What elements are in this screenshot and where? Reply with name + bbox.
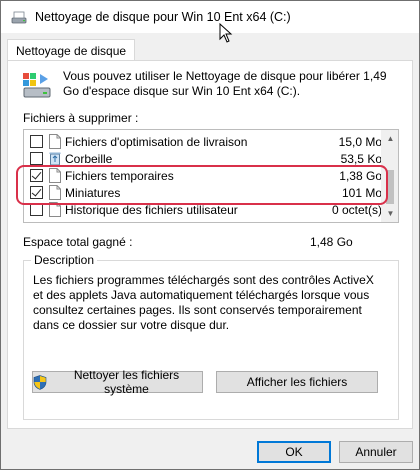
list-item-name: Fichiers d'optimisation de livraison	[65, 134, 248, 149]
list-item-name: Miniatures	[65, 185, 121, 200]
list-item-size: 15,0 Mo	[338, 134, 382, 149]
drive-cleanup-icon	[21, 69, 53, 101]
scroll-up-icon[interactable]: ▲	[382, 130, 398, 147]
list-item[interactable]: Fichiers temporaires 1,38 Go	[24, 167, 382, 184]
files-to-delete-label: Fichiers à supprimer :	[23, 111, 139, 125]
disk-cleanup-window: Nettoyage de disque pour Win 10 Ent x64 …	[0, 0, 420, 470]
list-item[interactable]: Miniatures 101 Mo	[24, 184, 382, 201]
file-icon	[49, 168, 61, 183]
list-item-checkbox[interactable]	[30, 152, 43, 165]
list-item-checkbox[interactable]	[30, 203, 43, 216]
list-item[interactable]: Historique des fichiers utilisateur 0 oc…	[24, 201, 382, 218]
intro-section: Vous pouvez utiliser le Nettoyage de dis…	[21, 69, 401, 101]
list-item-size: 1,38 Go	[339, 168, 382, 183]
clean-system-files-button[interactable]: Nettoyer les fichiers système	[32, 368, 203, 396]
cancel-button[interactable]: Annuler	[339, 441, 413, 463]
list-item-size: 53,5 Ko	[340, 151, 382, 166]
clean-system-files-label: Nettoyer les fichiers système	[73, 368, 180, 396]
list-item-size: 0 octet(s)	[331, 202, 382, 217]
list-item-name: Corbeille	[65, 151, 113, 166]
recycle-bin-icon	[49, 151, 61, 166]
list-scrollbar[interactable]: ▲ ▼	[381, 130, 398, 222]
files-list[interactable]: Fichiers d'optimisation de livraison 15,…	[23, 129, 399, 223]
intro-text: Vous pouvez utiliser le Nettoyage de dis…	[63, 69, 387, 98]
mouse-cursor-icon	[219, 22, 233, 46]
description-text: Les fichiers programmes téléchargés sont…	[33, 273, 374, 332]
scroll-thumb[interactable]	[386, 170, 394, 204]
list-item-size: 101 Mo	[341, 185, 382, 200]
list-item-name: Fichiers temporaires	[65, 168, 174, 183]
list-item[interactable]: Corbeille 53,5 Ko	[24, 150, 382, 167]
file-icon	[49, 185, 61, 200]
scroll-down-icon[interactable]: ▼	[382, 205, 398, 222]
total-space-value: 1,48 Go	[310, 235, 353, 249]
list-item-checkbox[interactable]	[30, 169, 43, 182]
ok-button[interactable]: OK	[257, 441, 331, 463]
disk-cleanup-app-icon	[11, 9, 27, 25]
file-icon	[49, 134, 61, 149]
list-item-name: Historique des fichiers utilisateur	[65, 202, 238, 217]
tab-disk-cleanup-label: Nettoyage de disque	[16, 43, 127, 58]
list-item-checkbox[interactable]	[30, 186, 43, 199]
show-files-button[interactable]: Afficher les fichiers	[216, 371, 378, 393]
list-item-checkbox[interactable]	[30, 135, 43, 148]
tab-disk-cleanup[interactable]: Nettoyage de disque	[7, 39, 136, 61]
title-bar[interactable]: Nettoyage de disque pour Win 10 Ent x64 …	[1, 1, 419, 33]
file-icon	[49, 202, 61, 217]
uac-shield-icon	[33, 374, 47, 390]
total-space-label: Espace total gagné :	[23, 235, 133, 249]
description-title: Description	[31, 253, 98, 267]
window-title: Nettoyage de disque pour Win 10 Ent x64 …	[35, 10, 291, 24]
list-item[interactable]: Fichiers d'optimisation de livraison 15,…	[24, 133, 382, 150]
